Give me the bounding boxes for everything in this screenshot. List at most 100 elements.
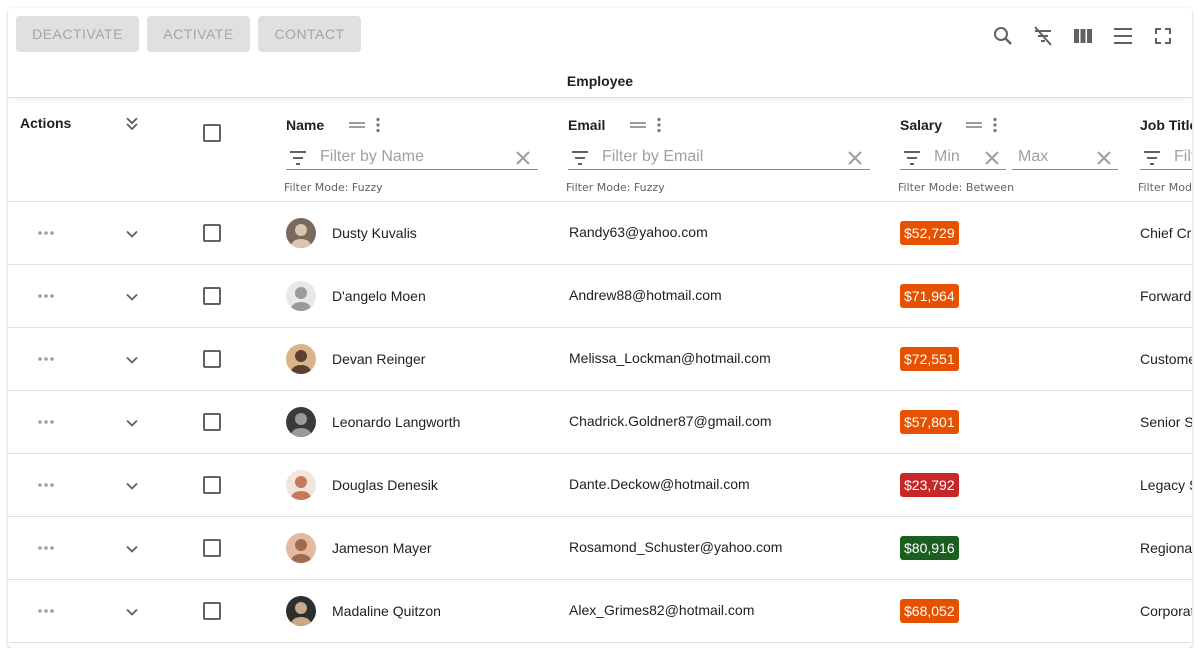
- employee-email: Alex_Grimes82@hotmail.com: [569, 602, 755, 618]
- salary-badge: $68,052: [900, 599, 959, 623]
- job-title-filter-mode: Filter Mode: Fuzzy: [1138, 181, 1192, 194]
- row-checkbox[interactable]: [203, 224, 221, 242]
- drag-handle-icon[interactable]: [347, 117, 367, 133]
- activate-button[interactable]: Activate: [147, 16, 250, 52]
- employee-name: Dusty Kuvalis: [332, 225, 417, 241]
- clear-icon[interactable]: [1095, 149, 1113, 167]
- table-row[interactable]: Leonardo Langworth Chadrick.Goldner87@gm…: [8, 391, 1192, 454]
- job-title: Corporate Paradigm Strategist: [1140, 603, 1192, 619]
- avatar: [286, 407, 316, 437]
- more-actions-icon[interactable]: [36, 351, 56, 367]
- row-checkbox[interactable]: [203, 413, 221, 431]
- more-actions-icon[interactable]: [36, 477, 56, 493]
- employee-name: Leonardo Langworth: [332, 414, 461, 430]
- salary-header-label[interactable]: Salary: [900, 117, 942, 133]
- table-row[interactable]: Madaline Quitzon Alex_Grimes82@hotmail.c…: [8, 580, 1192, 643]
- more-actions-icon[interactable]: [36, 225, 56, 241]
- expand-row-icon[interactable]: [122, 476, 142, 496]
- email-filter-field[interactable]: Filter by Email: [568, 146, 870, 170]
- salary-badge: $23,792: [900, 473, 959, 497]
- job-title-header-label[interactable]: Job Title: [1140, 117, 1192, 133]
- employee-email: Andrew88@hotmail.com: [569, 287, 722, 303]
- expand-all-icon[interactable]: [122, 114, 142, 134]
- clear-icon[interactable]: [514, 149, 532, 167]
- salary-max-filter[interactable]: Max: [1012, 146, 1118, 170]
- select-all-checkbox[interactable]: [203, 124, 221, 142]
- deactivate-button[interactable]: Deactivate: [16, 16, 139, 52]
- clear-icon[interactable]: [846, 149, 864, 167]
- salary-max-input[interactable]: Max: [1018, 148, 1048, 166]
- column-menu-icon[interactable]: [368, 117, 388, 133]
- table-row[interactable]: D'angelo Moen Andrew88@hotmail.com $71,9…: [8, 265, 1192, 328]
- email-header-label[interactable]: Email: [568, 117, 605, 133]
- expand-row-icon[interactable]: [122, 287, 142, 307]
- expand-row-icon[interactable]: [122, 350, 142, 370]
- employee-email: Rosamond_Schuster@yahoo.com: [569, 539, 783, 555]
- search-icon[interactable]: [987, 20, 1019, 52]
- email-filter-input[interactable]: Filter by Email: [602, 148, 703, 166]
- more-actions-icon[interactable]: [36, 288, 56, 304]
- actions-header: Actions: [8, 98, 108, 202]
- clear-icon[interactable]: [983, 149, 1001, 167]
- employee-email: Chadrick.Goldner87@gmail.com: [569, 413, 772, 429]
- row-checkbox[interactable]: [203, 476, 221, 494]
- top-toolbar: Deactivate Activate Contact: [8, 8, 1192, 64]
- filter-off-icon[interactable]: [1027, 20, 1059, 52]
- name-header-label[interactable]: Name: [286, 117, 324, 133]
- more-actions-icon[interactable]: [36, 414, 56, 430]
- table-row[interactable]: Dusty Kuvalis Randy63@yahoo.com $52,729 …: [8, 202, 1192, 265]
- employee-name: Douglas Denesik: [332, 477, 438, 493]
- density-icon[interactable]: [1107, 20, 1139, 52]
- expand-row-icon[interactable]: [122, 539, 142, 559]
- more-actions-icon[interactable]: [36, 603, 56, 619]
- salary-badge: $52,729: [900, 221, 959, 245]
- job-title: Regional Division Planner: [1140, 540, 1192, 556]
- job-title-filter-input[interactable]: Filter by Job Title: [1174, 148, 1192, 166]
- name-column-header: Name Filter by Name Filter Mode: Fuzzy: [278, 98, 548, 202]
- salary-filter-mode: Filter Mode: Between: [898, 181, 1015, 194]
- columns-icon[interactable]: [1067, 20, 1099, 52]
- job-title: Senior Security Manager: [1140, 414, 1192, 430]
- column-menu-icon[interactable]: [985, 117, 1005, 133]
- employee-email: Melissa_Lockman@hotmail.com: [569, 350, 771, 366]
- drag-handle-icon[interactable]: [964, 117, 984, 133]
- filter-icon: [290, 151, 306, 165]
- actions-header-label: Actions: [20, 115, 72, 131]
- job-title-filter-field[interactable]: Filter by Job Title: [1140, 146, 1192, 170]
- expand-row-icon[interactable]: [122, 602, 142, 622]
- drag-handle-icon[interactable]: [628, 117, 648, 133]
- employee-name: Jameson Mayer: [332, 540, 432, 556]
- email-filter-mode: Filter Mode: Fuzzy: [566, 181, 665, 194]
- table-row[interactable]: Devan Reinger Melissa_Lockman@hotmail.co…: [8, 328, 1192, 391]
- column-menu-icon[interactable]: [649, 117, 669, 133]
- job-title: Legacy Software Assistant: [1140, 477, 1192, 493]
- expand-row-icon[interactable]: [122, 224, 142, 244]
- name-filter-input[interactable]: Filter by Name: [320, 148, 424, 166]
- row-checkbox[interactable]: [203, 350, 221, 368]
- table-row[interactable]: Jameson Mayer Rosamond_Schuster@yahoo.co…: [8, 517, 1192, 580]
- avatar: [286, 533, 316, 563]
- table-row[interactable]: Douglas Denesik Dante.Deckow@hotmail.com…: [8, 454, 1192, 517]
- salary-column-header: Salary Min Max Filter Mode: Between: [892, 98, 1128, 202]
- salary-min-input[interactable]: Min: [934, 148, 960, 166]
- more-actions-icon[interactable]: [36, 540, 56, 556]
- employee-email: Dante.Deckow@hotmail.com: [569, 476, 750, 492]
- filter-icon: [572, 151, 588, 165]
- row-checkbox[interactable]: [203, 287, 221, 305]
- employee-email: Randy63@yahoo.com: [569, 224, 708, 240]
- avatar: [286, 344, 316, 374]
- avatar: [286, 596, 316, 626]
- row-checkbox[interactable]: [203, 539, 221, 557]
- name-filter-field[interactable]: Filter by Name: [286, 146, 538, 170]
- contact-button[interactable]: Contact: [258, 16, 361, 52]
- job-title-column-header: Job Title Filter by Job Title Filter Mod…: [1132, 98, 1192, 202]
- job-title: Chief Creative Technician: [1140, 225, 1192, 241]
- salary-min-filter[interactable]: Min: [900, 146, 1006, 170]
- expand-row-icon[interactable]: [122, 413, 142, 433]
- employee-name: D'angelo Moen: [332, 288, 426, 304]
- row-checkbox[interactable]: [203, 602, 221, 620]
- salary-badge: $80,916: [900, 536, 959, 560]
- salary-badge: $72,551: [900, 347, 959, 371]
- salary-badge: $57,801: [900, 410, 959, 434]
- fullscreen-icon[interactable]: [1147, 20, 1179, 52]
